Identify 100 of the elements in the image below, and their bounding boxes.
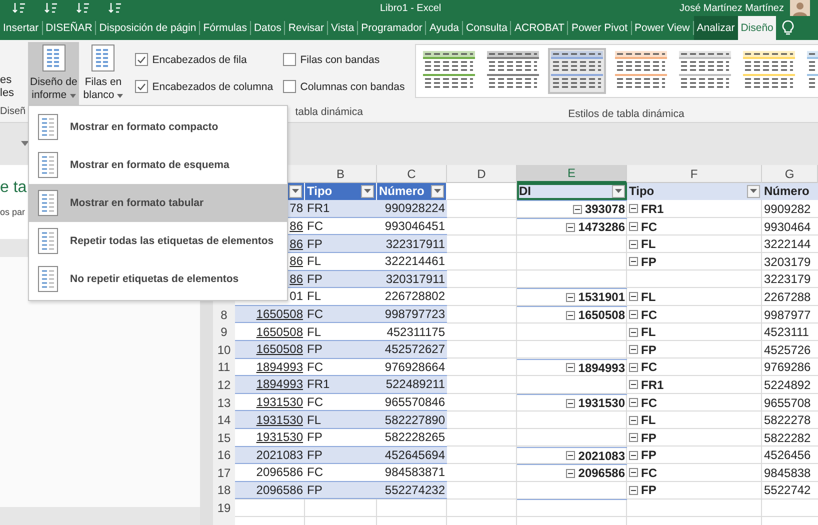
pivot-row-label: FL — [641, 290, 656, 304]
table-cell: 2021083 — [235, 446, 305, 464]
pivot-row-label: FC — [641, 360, 657, 374]
table-cell: FR1 — [305, 376, 377, 394]
table-cell: FC — [305, 464, 377, 482]
table-cell: 3223179 — [764, 272, 811, 286]
table-cell: 1650508 — [235, 340, 305, 359]
option-checkbox[interactable]: Encabezados de fila — [135, 53, 284, 66]
table-cell: 993046451 — [377, 218, 447, 236]
table-cell: 1931530 — [235, 428, 305, 446]
ribbon-tab[interactable]: Datos — [250, 16, 284, 40]
pivot-row-label: 393078 — [584, 202, 625, 216]
table-cell: 1931530 — [235, 411, 305, 429]
pivot-row-label: FP — [641, 483, 656, 498]
menu-item[interactable]: Mostrar en formato tabular — [29, 184, 287, 222]
pivot-row-label: 2021083 — [578, 448, 625, 463]
pivot-row-label: FC — [641, 308, 657, 322]
row-number: 15 — [217, 430, 231, 445]
table-cell: FP — [305, 340, 377, 359]
table-cell: FP — [305, 428, 377, 446]
ribbon-tab[interactable]: Ayuda — [426, 16, 462, 40]
table-cell: 1931530 — [235, 394, 305, 412]
row-number: 9 — [220, 325, 228, 340]
ribbon-tab[interactable]: Power Pivot — [568, 16, 630, 40]
table-cell: 452311175 — [377, 323, 447, 341]
ribbon-tab[interactable]: DISEÑAR — [42, 16, 96, 40]
group-label: tabla dinámica — [295, 106, 363, 120]
ribbon-tab[interactable]: Power View — [632, 16, 693, 40]
table-cell: 990928224 — [377, 200, 447, 218]
table-cell: 3222144 — [764, 237, 811, 252]
header-label: Tipo — [629, 184, 654, 198]
table-cell: 322214461 — [377, 252, 447, 271]
table-cell: FC — [305, 306, 377, 324]
table-cell: 322317911 — [377, 235, 447, 253]
ribbon-tab[interactable]: Insertar — [0, 16, 42, 40]
table-cell: 452572627 — [377, 340, 447, 359]
table-cell: 5522742 — [764, 483, 811, 498]
row-number: 18 — [217, 483, 231, 498]
pivot-row-label: FC — [641, 220, 657, 234]
table-cell: FP — [305, 446, 377, 464]
row-number: 8 — [220, 308, 228, 322]
window-title: Libro1 - Excel — [380, 2, 442, 14]
pane-text: os par — [0, 207, 26, 217]
table-cell: 9655708 — [764, 396, 811, 410]
table-cell: FL — [305, 323, 377, 341]
ribbon-tab[interactable]: Programador — [358, 16, 426, 40]
table-cell: FR1 — [305, 200, 377, 218]
pivot-row-label: FP — [641, 430, 656, 445]
table-cell: FP — [305, 482, 377, 500]
table-cell: 2267288 — [764, 290, 811, 304]
option-checkbox[interactable]: Columnas con bandas — [283, 80, 408, 93]
table-cell: FP — [305, 270, 377, 288]
dropdown-button[interactable]: Diseño de informe — [28, 42, 80, 105]
pivot-row-label: FR1 — [641, 378, 664, 392]
table-cell: 976928664 — [377, 358, 447, 376]
ribbon-tab[interactable]: Consulta — [463, 16, 510, 40]
header-label: Número — [379, 184, 424, 198]
table-cell: 226728802 — [377, 288, 447, 306]
row-number: 11 — [218, 360, 230, 374]
table-cell: 4526456 — [764, 448, 811, 462]
dropdown-button[interactable]: Filas en blanco — [81, 42, 126, 105]
pivot-row-label: FL — [641, 237, 656, 252]
pivot-row-label: FP — [641, 342, 656, 357]
pivot-row-label: 1531901 — [578, 290, 625, 304]
table-cell: FL — [305, 288, 377, 306]
table-cell: 5822278 — [764, 413, 811, 428]
header-cell[interactable]: DI — [517, 182, 627, 200]
table-cell: 4525726 — [764, 342, 811, 357]
menu-item[interactable]: Mostrar en formato de esquema — [29, 146, 287, 184]
column-header[interactable]: E — [517, 165, 627, 183]
pivot-row-label: FC — [641, 396, 657, 410]
ribbon-tab[interactable]: Vista — [328, 16, 358, 40]
ribbon-tab[interactable]: Diseño — [738, 16, 776, 40]
row-number: 12 — [217, 378, 231, 392]
header-label: Tipo — [307, 184, 332, 198]
user-name: José Martínez Martínez — [680, 2, 784, 14]
table-cell: 984583871 — [377, 464, 447, 482]
table-cell: 9769286 — [764, 360, 811, 374]
table-cell: 1894993 — [235, 376, 305, 394]
pivot-row-label: 1894993 — [578, 360, 625, 375]
ribbon-tab[interactable]: ACROBAT — [511, 16, 568, 40]
ribbon-tab[interactable]: Fórmulas — [200, 16, 250, 40]
row-number: 16 — [217, 448, 231, 462]
pivot-row-label: FP — [641, 448, 656, 462]
menu-item[interactable]: Mostrar en formato compacto — [29, 108, 287, 146]
pivot-row-label: FC — [641, 466, 657, 480]
option-checkbox[interactable]: Filas con bandas — [283, 53, 408, 66]
table-cell: FP — [305, 235, 377, 253]
ribbon-tab[interactable]: Disposición de págin — [96, 16, 200, 40]
ribbon-tab[interactable]: Revisar — [285, 16, 327, 40]
group-label: Estilos de tabla dinámica — [568, 108, 684, 122]
row-number: 13 — [217, 396, 231, 410]
header-cell: Número — [762, 182, 818, 200]
button-label[interactable]: les — [0, 87, 14, 100]
option-checkbox[interactable]: Encabezados de columna — [135, 80, 284, 93]
table-cell: 2096586 — [235, 482, 305, 500]
button-label[interactable]: es — [0, 74, 14, 87]
table-cell: 9930464 — [764, 220, 811, 234]
ribbon-tab[interactable]: Analizar — [694, 16, 738, 40]
table-cell: FC — [305, 394, 377, 412]
